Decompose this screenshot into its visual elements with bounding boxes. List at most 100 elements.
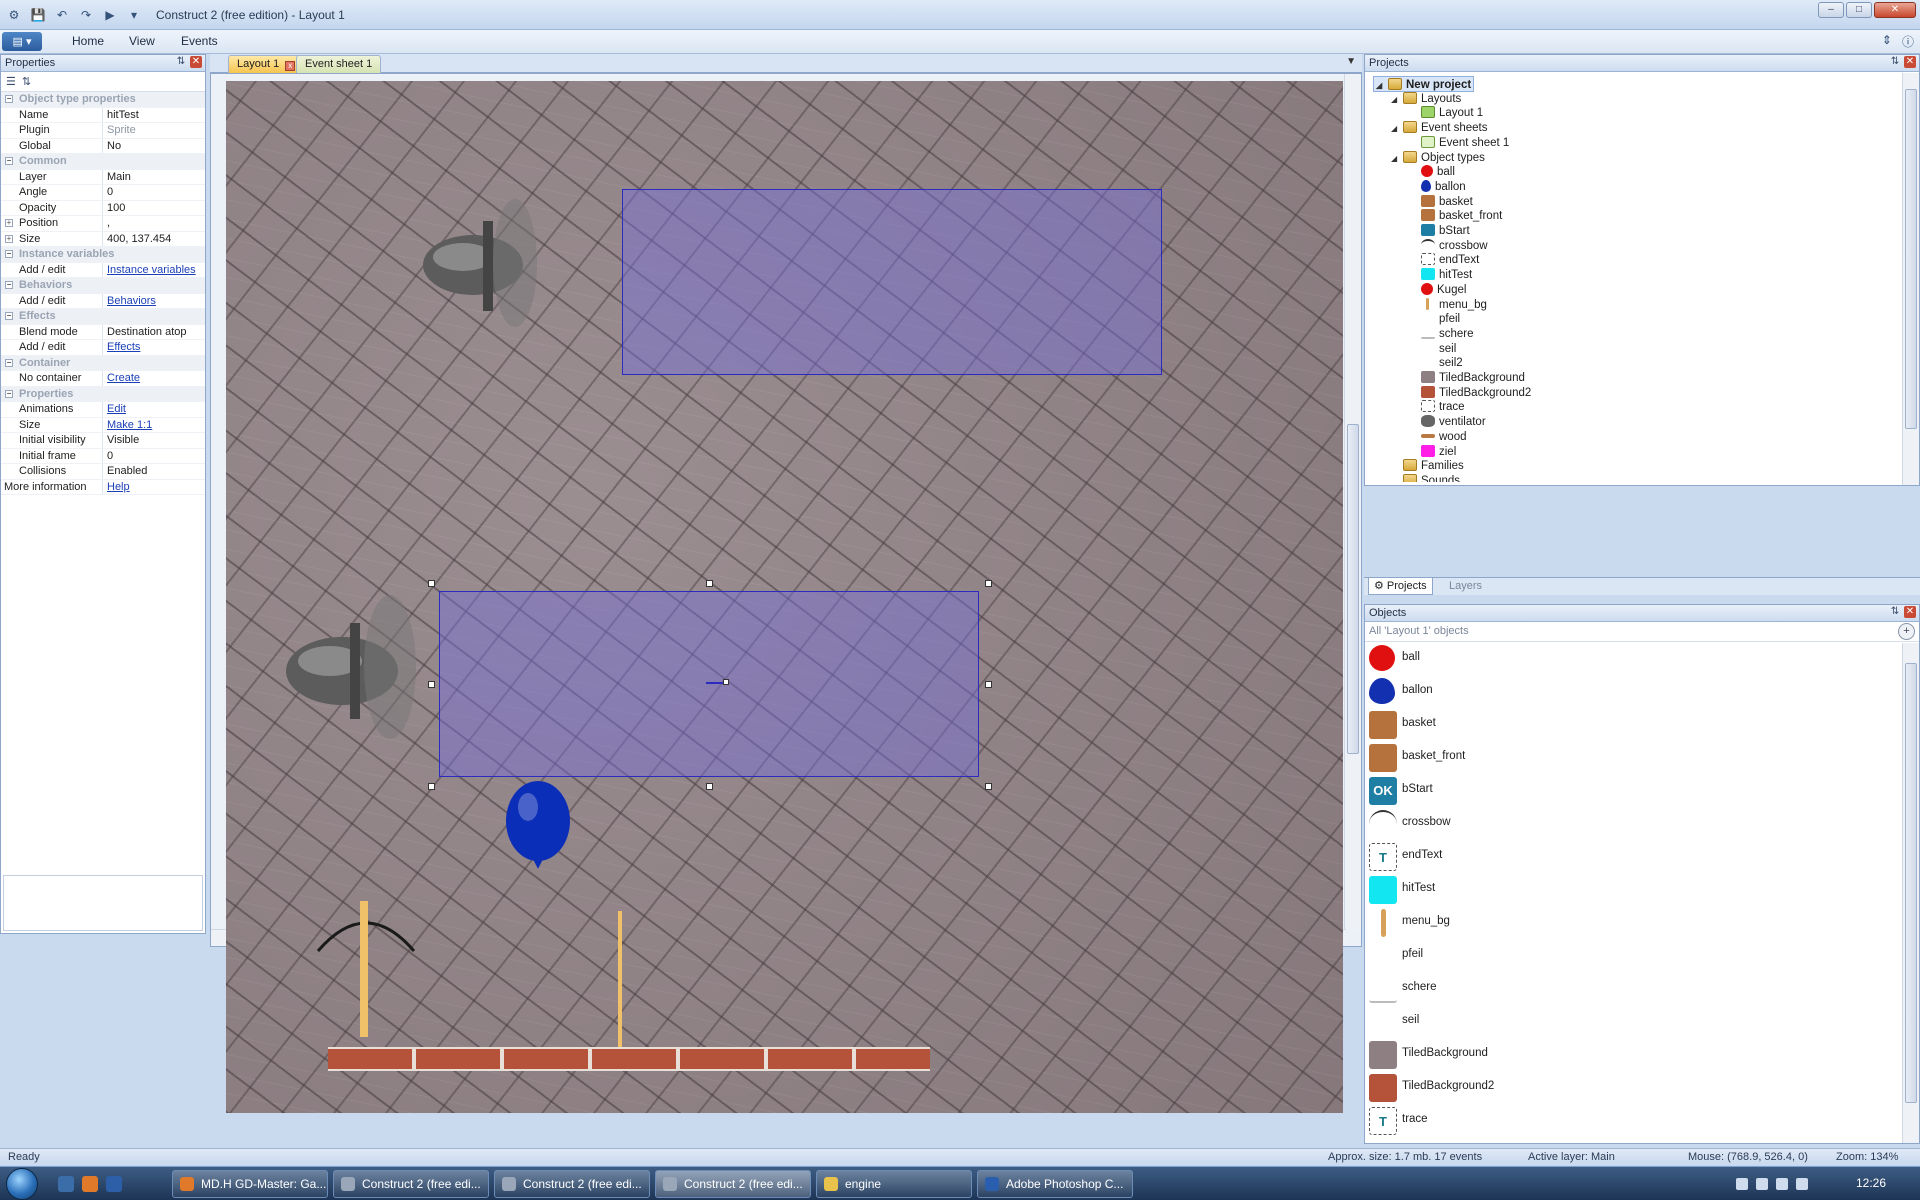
tree-item-layout-1[interactable]: Layout 1 — [1409, 105, 1483, 121]
taskbar-button[interactable]: Construct 2 (free edi... — [333, 1170, 489, 1198]
property-value[interactable]: , — [103, 216, 205, 231]
start-button[interactable] — [6, 1168, 38, 1200]
property-category[interactable]: − Effects — [1, 309, 205, 325]
expand-toggle-icon[interactable]: − — [5, 389, 13, 398]
property-row[interactable]: Angle 0 — [1, 185, 205, 201]
resize-handle[interactable] — [428, 681, 435, 688]
pin-icon[interactable]: ⇅ — [175, 56, 187, 68]
object-item-trace[interactable]: Ttrace — [1367, 1104, 1897, 1137]
property-category[interactable]: − Container — [1, 355, 205, 371]
property-value[interactable]: 100 — [103, 201, 205, 216]
minimize-button[interactable]: – — [1818, 2, 1844, 18]
tab-events[interactable]: Events — [181, 34, 218, 48]
scroll-thumb[interactable] — [1905, 89, 1917, 429]
layout-vertical-scrollbar[interactable] — [1344, 74, 1361, 931]
image-point-handle[interactable] — [723, 679, 729, 685]
property-value[interactable]: 400, 137.454 — [103, 232, 205, 247]
property-row[interactable]: Collisions Enabled — [1, 464, 205, 480]
tree-item-ventilator[interactable]: ventilator — [1409, 414, 1486, 430]
object-item-ball[interactable]: ball — [1367, 642, 1897, 675]
expand-arrow-icon[interactable]: ◢ — [1391, 121, 1401, 137]
tree-item-pfeil[interactable]: pfeil — [1409, 311, 1460, 327]
tree-item-endtext[interactable]: endText — [1409, 252, 1479, 268]
media-icon[interactable] — [106, 1176, 122, 1192]
taskbar-button[interactable]: Adobe Photoshop C... — [977, 1170, 1133, 1198]
property-category[interactable]: − Instance variables — [1, 247, 205, 263]
tree-item-schere[interactable]: schere — [1409, 326, 1474, 342]
scroll-thumb[interactable] — [1905, 663, 1917, 1103]
tree-item-new-project[interactable]: ◢ New project — [1373, 76, 1475, 94]
volume-icon[interactable] — [1796, 1178, 1808, 1190]
object-item-tiledbackground[interactable]: TiledBackground — [1367, 1038, 1897, 1071]
object-item-ballon[interactable]: ballon — [1367, 675, 1897, 708]
object-item-menu-bg[interactable]: menu_bg — [1367, 906, 1897, 939]
tree-item-object-types[interactable]: ◢ Object types — [1391, 150, 1485, 166]
resize-handle[interactable] — [706, 580, 713, 587]
tree-item-crossbow[interactable]: crossbow — [1409, 238, 1488, 254]
tree-item-basket[interactable]: basket — [1409, 194, 1473, 210]
property-link[interactable]: Behaviors — [107, 295, 156, 307]
tree-item-bstart[interactable]: bStart — [1409, 223, 1470, 239]
redo-icon[interactable]: ↷ — [76, 5, 96, 25]
flag-icon[interactable] — [1756, 1178, 1768, 1190]
property-link[interactable]: Make 1:1 — [107, 419, 152, 431]
tree-item-tiledbackground2[interactable]: TiledBackground2 — [1409, 385, 1531, 401]
expand-toggle-icon[interactable]: − — [5, 312, 13, 320]
property-link[interactable]: Effects — [107, 341, 140, 353]
tree-item-menu-bg[interactable]: menu_bg — [1409, 297, 1487, 313]
pin-icon[interactable]: ⇅ — [1889, 56, 1901, 68]
run-layout-icon[interactable]: ▶ — [100, 5, 120, 25]
tab-home[interactable]: Home — [72, 34, 104, 48]
object-item-basket[interactable]: basket — [1367, 708, 1897, 741]
object-item-pfeil[interactable]: pfeil — [1367, 939, 1897, 972]
tree-item-seil[interactable]: seil — [1409, 341, 1456, 357]
undo-icon[interactable]: ↶ — [52, 5, 72, 25]
app-logo-icon[interactable]: ⚙ — [4, 5, 24, 25]
property-row[interactable]: Plugin Sprite — [1, 123, 205, 139]
ventilator-instance[interactable] — [423, 191, 543, 331]
property-value[interactable]: Destination atop — [103, 325, 205, 340]
property-row[interactable]: Blend mode Destination atop — [1, 324, 205, 340]
save-icon[interactable]: 💾 — [28, 5, 48, 25]
help-icon[interactable]: ⓘ — [1902, 33, 1914, 50]
close-button[interactable]: ✕ — [1874, 2, 1916, 18]
expand-arrow-icon[interactable]: ◢ — [1391, 151, 1401, 167]
tree-item-tiledbackground[interactable]: TiledBackground — [1409, 370, 1525, 386]
projects-scrollbar[interactable] — [1902, 73, 1919, 485]
maximize-button[interactable]: □ — [1846, 2, 1872, 18]
show-desktop-icon[interactable] — [58, 1176, 74, 1192]
object-item-tiledbackground2[interactable]: TiledBackground2 — [1367, 1071, 1897, 1104]
expand-toggle-icon[interactable]: + — [5, 234, 13, 243]
resize-handle[interactable] — [428, 783, 435, 790]
property-category[interactable]: − Behaviors — [1, 278, 205, 294]
ballon-instance[interactable] — [503, 781, 573, 873]
property-value[interactable]: Enabled — [103, 464, 205, 479]
expand-arrow-icon[interactable]: ◢ — [1391, 92, 1401, 108]
resize-handle[interactable] — [706, 783, 713, 790]
expand-toggle-icon[interactable]: − — [5, 95, 13, 103]
property-value[interactable]: Create — [103, 371, 205, 386]
tab-layout-1[interactable]: Layout 1 x — [228, 55, 305, 73]
tab-list-chevron-icon[interactable]: ▼ — [1346, 56, 1356, 67]
property-link[interactable]: Create — [107, 372, 140, 384]
tree-item-families[interactable]: Families — [1391, 458, 1464, 474]
layout-canvas[interactable] — [226, 81, 1343, 1113]
scroll-thumb[interactable] — [1347, 424, 1359, 754]
expand-arrow-icon[interactable]: ◢ — [1376, 78, 1386, 94]
property-value[interactable]: Sprite — [103, 123, 205, 138]
sort-alpha-icon[interactable]: ⇅ — [22, 75, 31, 88]
tiledbackground2-instance[interactable] — [328, 1047, 930, 1071]
hittest-instance[interactable] — [622, 189, 1162, 375]
object-item-basket-front[interactable]: basket_front — [1367, 741, 1897, 774]
expand-toggle-icon[interactable]: − — [5, 250, 13, 258]
tree-item-basket-front[interactable]: basket_front — [1409, 208, 1502, 224]
property-row[interactable]: Initial frame 0 — [1, 448, 205, 464]
tree-item-ball[interactable]: ball — [1409, 164, 1455, 180]
property-value[interactable]: Effects — [103, 340, 205, 355]
tree-item-ziel[interactable]: ziel — [1409, 444, 1456, 460]
expand-toggle-icon[interactable]: − — [5, 358, 13, 367]
property-value[interactable]: Help — [103, 480, 205, 495]
property-value[interactable]: Make 1:1 — [103, 418, 205, 433]
pfeil-instance[interactable] — [618, 911, 622, 1047]
property-link[interactable]: Edit — [107, 403, 126, 415]
